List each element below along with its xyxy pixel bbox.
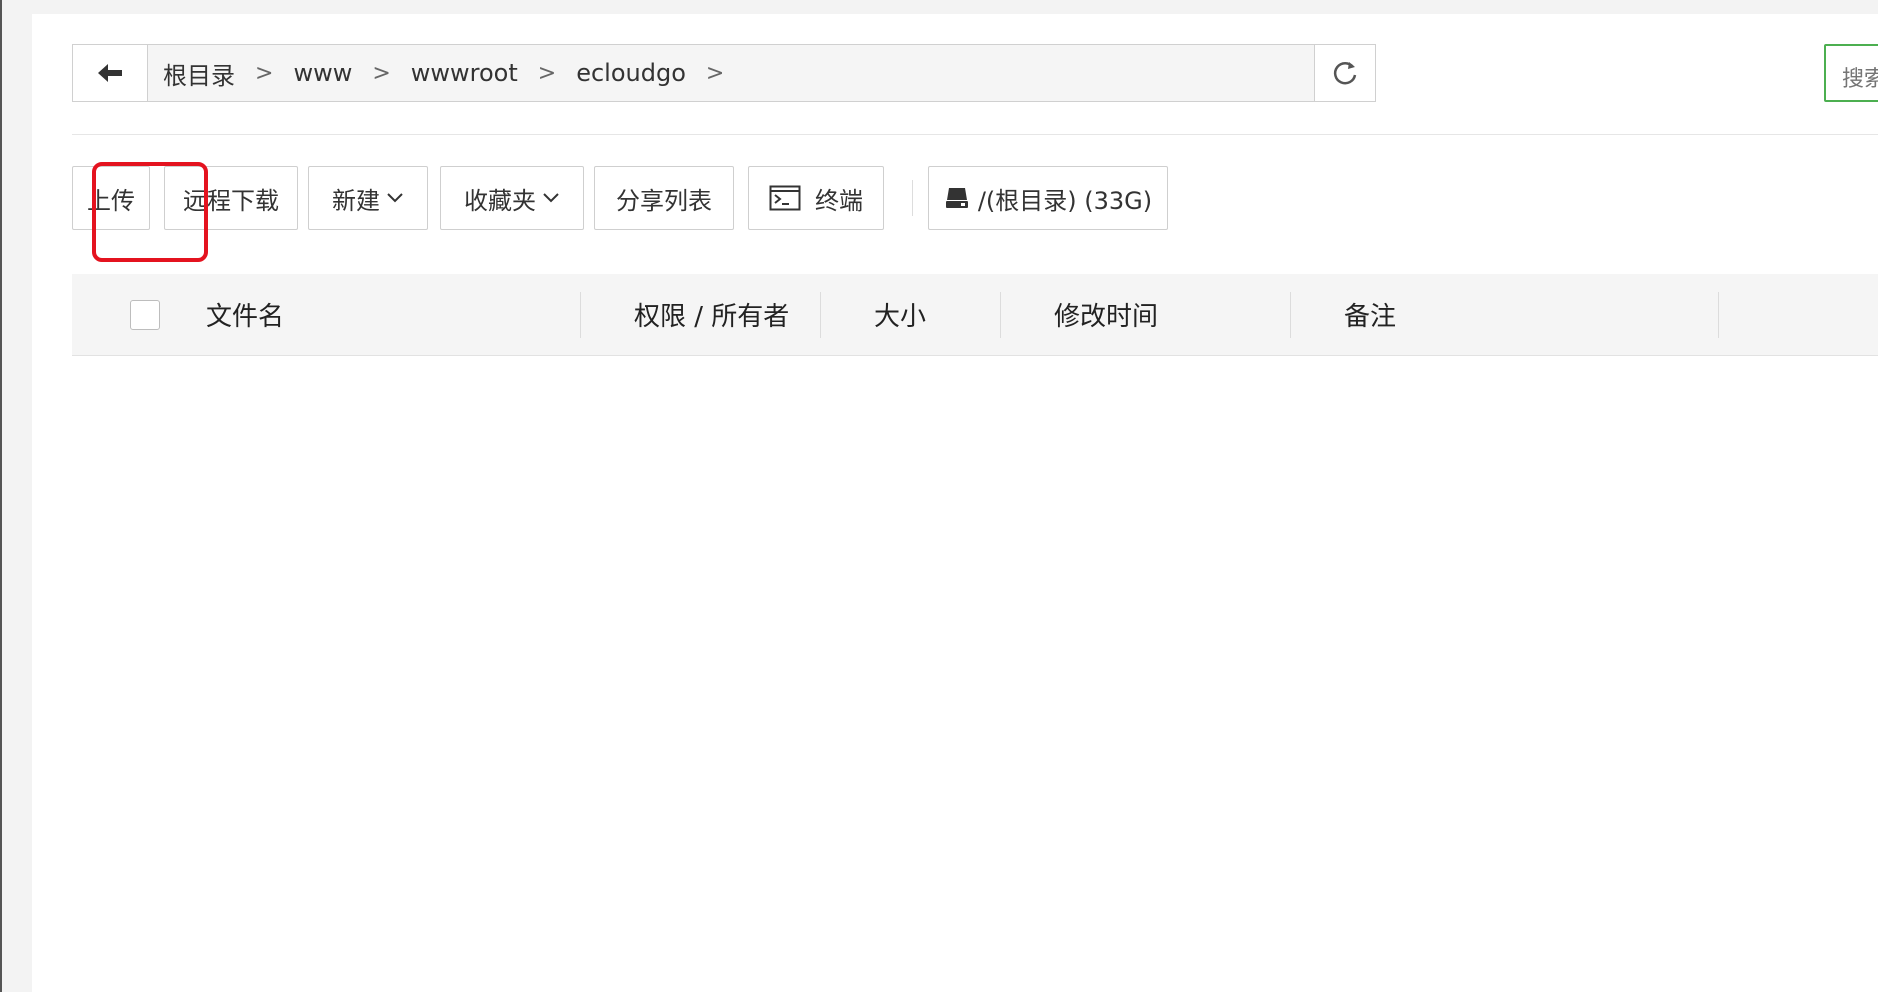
breadcrumb-separator: > (372, 60, 391, 86)
disk-button[interactable]: /(根目录) (33G) (928, 166, 1168, 230)
column-header-label: 备注 (1344, 301, 1397, 332)
favorites-label: 收藏夹 (464, 186, 536, 215)
header-divider (72, 134, 1878, 135)
breadcrumb-separator: > (537, 60, 557, 86)
select-all-checkbox[interactable] (130, 300, 160, 330)
arrow-left-icon (98, 64, 122, 82)
breadcrumb-item-ecloudgo[interactable]: ecloudgo (572, 59, 690, 87)
file-manager-panel: 根目录 > www > wwwroot > ecloudgo > 上传 远程下载… (32, 14, 1878, 992)
column-header-modified[interactable]: 修改时间 (1054, 274, 1158, 354)
toolbar-separator (912, 180, 913, 216)
terminal-label: 终端 (815, 186, 863, 215)
column-divider (1290, 292, 1291, 338)
new-dropdown-button[interactable]: 新建 (308, 166, 428, 230)
share-list-label: 分享列表 (616, 186, 712, 215)
terminal-icon (769, 185, 801, 211)
breadcrumb-separator: > (705, 60, 725, 86)
column-header-size[interactable]: 大小 (874, 274, 926, 354)
refresh-icon (1333, 62, 1357, 85)
disk-label: /(根目录) (33G) (977, 186, 1153, 215)
file-table-header: 文件名 权限 / 所有者 大小 修改时间 备注 (72, 274, 1878, 356)
chevron-down-icon (542, 192, 560, 204)
terminal-button[interactable]: 终端 (748, 166, 884, 230)
share-list-button[interactable]: 分享列表 (594, 166, 734, 230)
window-edge (0, 0, 2, 992)
column-divider (580, 292, 581, 338)
breadcrumb-item-www[interactable]: www (289, 59, 356, 87)
remote-download-label: 远程下载 (183, 186, 279, 215)
column-divider (1000, 292, 1001, 338)
column-divider (1718, 292, 1719, 338)
column-header-permission[interactable]: 权限 / 所有者 (634, 274, 789, 354)
column-header-filename[interactable]: 文件名 (206, 274, 284, 354)
column-header-label: 大小 (874, 301, 927, 332)
new-label: 新建 (332, 186, 380, 215)
breadcrumb-separator: > (255, 60, 274, 86)
back-button[interactable] (73, 45, 148, 101)
breadcrumb-item-wwwroot[interactable]: wwwroot (407, 59, 522, 87)
breadcrumb-item-root[interactable]: 根目录 (159, 56, 239, 91)
refresh-button[interactable] (1314, 45, 1375, 101)
search-input[interactable] (1824, 44, 1878, 102)
hard-drive-icon (944, 186, 970, 210)
chevron-down-icon (386, 192, 404, 204)
column-header-label: 修改时间 (1054, 301, 1159, 332)
favorites-dropdown-button[interactable]: 收藏夹 (440, 166, 584, 230)
column-header-label: 权限 / 所有者 (634, 301, 790, 332)
remote-download-button[interactable]: 远程下载 (164, 166, 298, 230)
column-header-remark[interactable]: 备注 (1344, 274, 1396, 354)
path-bar: 根目录 > www > wwwroot > ecloudgo > (72, 44, 1376, 102)
column-divider (820, 292, 821, 338)
upload-button[interactable]: 上传 (72, 166, 150, 230)
breadcrumb: 根目录 > www > wwwroot > ecloudgo > (159, 45, 740, 101)
column-header-label: 文件名 (206, 301, 285, 332)
upload-label: 上传 (87, 186, 135, 215)
